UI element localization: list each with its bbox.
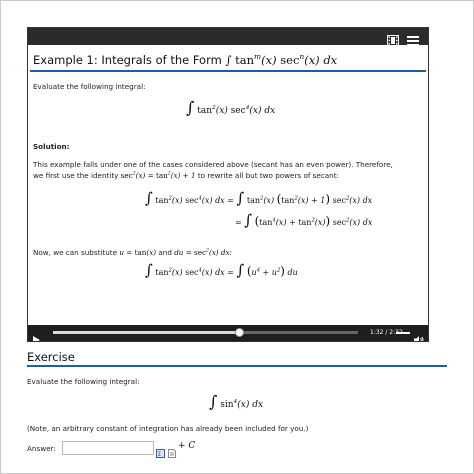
document-icon[interactable] (168, 443, 176, 462)
exercise-heading: Exercise (27, 350, 75, 364)
svg-text:Σ: Σ (158, 451, 162, 458)
u-substitution: u = tan(x) (119, 248, 157, 257)
play-icon[interactable] (33, 329, 40, 341)
example-title: Example 1: Integrals of the Form ∫ tanm(… (33, 52, 338, 67)
menu-icon[interactable] (407, 31, 419, 46)
du-substitution: du = sec2(x) dx: (174, 248, 232, 257)
player-top-bar (28, 28, 428, 46)
volume-slider[interactable] (396, 332, 410, 334)
rewrite-step-2: = ∫ (tan4(x) + tan2(x)) sec2(x) dx (235, 211, 373, 229)
rewrite-step-1: ∫ tan2(x) sec4(x) dx = ∫ tan2(x) (tan2(x… (145, 189, 373, 207)
exercise-note: (Note, an arbitrary constant of integrat… (27, 424, 309, 433)
example-prompt: Evaluate the following integral: (33, 82, 146, 91)
example-integral: ∫ tan2(x) sec4(x) dx (186, 98, 276, 117)
seek-marker (239, 330, 240, 335)
exercise-rule (27, 365, 447, 367)
slide-content: Example 1: Integrals of the Form ∫ tanm(… (28, 45, 428, 335)
seek-bar[interactable] (53, 328, 358, 337)
exercise-integral: ∫ sin4(x) dx (209, 392, 264, 411)
solution-line-2: we first use the identity sec2(x) = tan2… (33, 171, 339, 180)
exercise-prompt: Evaluate the following integral: (27, 377, 140, 386)
video-player[interactable]: Example 1: Integrals of the Form ∫ tanm(… (27, 27, 429, 342)
title-rule (30, 70, 426, 72)
title-formula: ∫ tanm(x) secn(x) dx (225, 52, 338, 67)
substituted-integral: ∫ tan2(x) sec4(x) dx = ∫ (u4 + u2) du (145, 261, 298, 279)
volume-icon[interactable] (414, 329, 424, 341)
film-icon[interactable] (387, 31, 399, 46)
keyboard-icon[interactable]: Σ (156, 443, 165, 462)
answer-input[interactable] (62, 441, 154, 455)
answer-label: Answer: (27, 444, 56, 453)
substitute-line: Now, we can substitute u = tan(x) and du… (33, 248, 232, 257)
plus-c-label: + C (178, 441, 196, 451)
identity-formula: sec2(x) = tan2(x) + 1 (120, 171, 196, 180)
seek-progress (53, 331, 240, 334)
solution-label: Solution: (33, 142, 70, 151)
player-controls: 1:32 / 2:32 (28, 325, 428, 341)
solution-line-1: This example falls under one of the case… (33, 160, 393, 169)
